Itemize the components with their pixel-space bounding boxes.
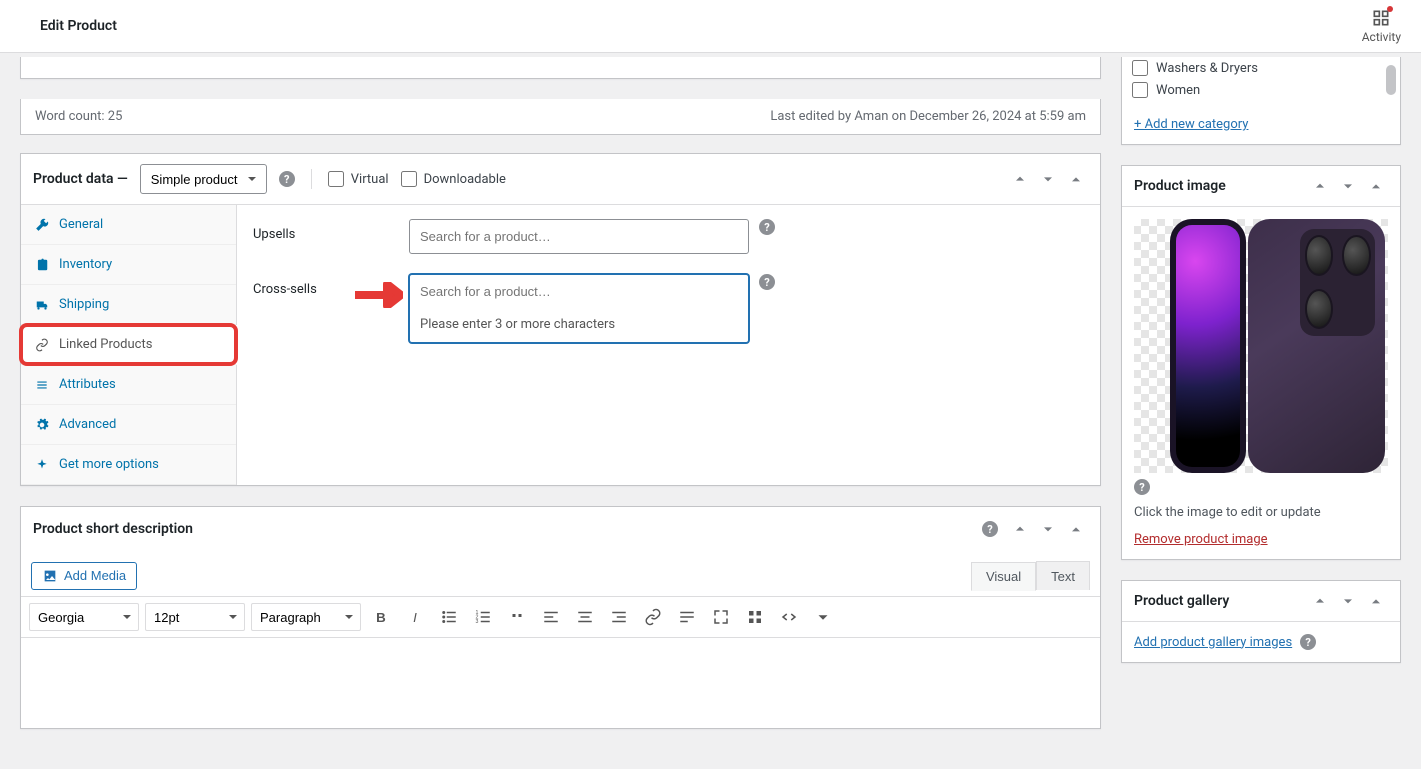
virtual-checkbox[interactable]: Virtual — [328, 171, 389, 187]
downloadable-checkbox[interactable]: Downloadable — [401, 171, 506, 187]
move-up-button[interactable] — [1308, 589, 1332, 613]
bold-button[interactable]: B — [367, 603, 395, 631]
move-down-button[interactable] — [1036, 167, 1060, 191]
italic-button[interactable]: I — [401, 603, 429, 631]
align-left-button[interactable] — [537, 603, 565, 631]
help-icon[interactable]: ? — [982, 521, 998, 537]
help-icon[interactable]: ? — [279, 171, 295, 187]
last-edited: Last edited by Aman on December 26, 2024… — [770, 109, 1086, 124]
upsells-input[interactable] — [410, 220, 748, 253]
help-icon[interactable]: ? — [1134, 479, 1150, 495]
move-down-button[interactable] — [1336, 174, 1360, 198]
move-down-button[interactable] — [1336, 589, 1360, 613]
add-gallery-images-link[interactable]: Add product gallery images — [1134, 635, 1292, 650]
clipboard-icon — [35, 258, 49, 272]
product-type-select[interactable]: Simple product — [140, 164, 267, 194]
editor-status-bar: Word count: 25 Last edited by Aman on De… — [20, 99, 1101, 135]
word-count: Word count: 25 — [35, 109, 122, 124]
remove-product-image-link[interactable]: Remove product image — [1134, 532, 1268, 547]
upsells-label: Upsells — [253, 219, 393, 242]
add-media-button[interactable]: Add Media — [31, 562, 137, 590]
link-icon — [35, 338, 49, 352]
short-desc-title: Product short description — [33, 521, 972, 537]
editor-tab-visual[interactable]: Visual — [971, 562, 1036, 591]
fullscreen-button[interactable] — [707, 603, 735, 631]
page-title: Edit Product — [0, 18, 117, 34]
activity-button[interactable]: Activity — [1342, 8, 1421, 44]
source-button[interactable] — [775, 603, 803, 631]
move-up-button[interactable] — [1008, 517, 1032, 541]
wrench-icon — [35, 218, 49, 232]
product-image-thumbnail[interactable] — [1134, 219, 1388, 473]
move-up-button[interactable] — [1308, 174, 1332, 198]
crosssells-input[interactable] — [410, 275, 748, 308]
list-icon — [35, 378, 49, 392]
category-item[interactable]: Women — [1122, 79, 1400, 101]
categories-box-partial: Washers & Dryers Women + Add new categor… — [1121, 57, 1401, 145]
product-gallery-title: Product gallery — [1134, 593, 1308, 609]
tab-general[interactable]: General — [21, 205, 236, 245]
link-button[interactable] — [639, 603, 667, 631]
upsells-search[interactable] — [409, 219, 749, 254]
tab-linked-products[interactable]: Linked Products — [21, 325, 237, 365]
editor-tab-text[interactable]: Text — [1036, 561, 1090, 590]
gear-icon — [35, 418, 49, 432]
product-image-hint: Click the image to edit or update — [1134, 505, 1388, 520]
short-description-box: Product short description ? Add Media Vi… — [20, 506, 1101, 729]
more-button[interactable] — [673, 603, 701, 631]
blockquote-button[interactable] — [503, 603, 531, 631]
tab-shipping[interactable]: Shipping — [21, 285, 236, 325]
page-header: Edit Product Activity — [0, 0, 1421, 53]
help-icon[interactable]: ? — [759, 274, 775, 290]
align-center-button[interactable] — [571, 603, 599, 631]
toggle-button[interactable] — [1364, 589, 1388, 613]
category-item[interactable]: Washers & Dryers — [1122, 57, 1400, 79]
format-select[interactable]: Paragraph — [251, 603, 361, 631]
media-icon — [42, 568, 58, 584]
toggle-button[interactable] — [1064, 517, 1088, 541]
sparkle-icon — [35, 458, 49, 472]
product-data-box: Product data — Simple product ? Virtual … — [20, 153, 1101, 486]
tab-advanced[interactable]: Advanced — [21, 405, 236, 445]
content-editor-bottom — [20, 57, 1101, 79]
chevron-down-icon[interactable] — [809, 603, 837, 631]
add-new-category-link[interactable]: + Add new category — [1122, 109, 1400, 144]
product-gallery-box: Product gallery Add product gallery imag… — [1121, 580, 1401, 663]
help-icon[interactable]: ? — [759, 219, 775, 235]
tab-more-options[interactable]: Get more options — [21, 445, 236, 485]
move-down-button[interactable] — [1036, 517, 1060, 541]
editor-toolbar: Georgia 12pt Paragraph B I 123 — [21, 596, 1100, 638]
move-up-button[interactable] — [1008, 167, 1032, 191]
toggle-button[interactable] — [1364, 174, 1388, 198]
product-image-box: Product image — [1121, 165, 1401, 560]
product-data-title: Product data — — [33, 171, 128, 187]
tab-inventory[interactable]: Inventory — [21, 245, 236, 285]
numbered-list-button[interactable]: 123 — [469, 603, 497, 631]
product-image-title: Product image — [1134, 178, 1308, 194]
bullet-list-button[interactable] — [435, 603, 463, 631]
toggle-button[interactable] — [1064, 167, 1088, 191]
truck-icon — [35, 298, 49, 312]
scrollbar-thumb[interactable] — [1386, 65, 1396, 95]
arrow-annotation — [355, 282, 403, 308]
toolbar-toggle-button[interactable] — [741, 603, 769, 631]
crosssells-search[interactable]: Please enter 3 or more characters — [409, 274, 749, 343]
tab-attributes[interactable]: Attributes — [21, 365, 236, 405]
font-size-select[interactable]: 12pt — [145, 603, 245, 631]
align-right-button[interactable] — [605, 603, 633, 631]
font-family-select[interactable]: Georgia — [29, 603, 139, 631]
svg-text:3: 3 — [476, 619, 479, 625]
help-icon[interactable]: ? — [1300, 634, 1316, 650]
activity-icon — [1371, 8, 1391, 28]
editor-content-area[interactable] — [21, 638, 1100, 728]
search-hint: Please enter 3 or more characters — [410, 308, 748, 342]
product-data-tabs: General Inventory Shipping Linked Produc… — [21, 205, 237, 485]
